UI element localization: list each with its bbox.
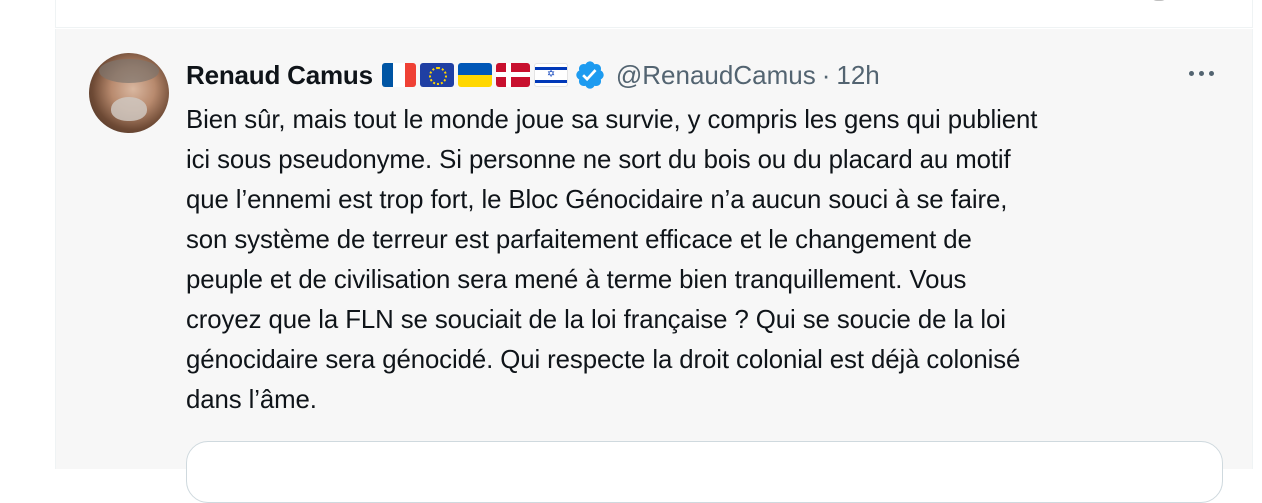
user-handle[interactable]: @RenaudCamus [616, 60, 816, 91]
flag-france-icon [381, 63, 416, 87]
flag-israel-icon: ✡ [533, 63, 568, 87]
previous-tweet-icon-fragment [1151, 0, 1167, 1]
flag-eu-icon [419, 63, 454, 87]
timestamp[interactable]: 12h [836, 60, 879, 91]
display-name[interactable]: Renaud Camus [186, 60, 373, 91]
tweet-text-line: génocidaire sera génocidé. Qui respecte … [186, 346, 1021, 374]
tweet-text-line: peuple et de civilisation sera mené à te… [186, 266, 967, 294]
tweet-card[interactable]: Renaud Camus ✡ @RenaudCamus · 12h Bien s… [55, 29, 1253, 503]
tweet-text-line: dans l’âme. [186, 386, 317, 414]
tweet-header: Renaud Camus ✡ @RenaudCamus · 12h [186, 59, 880, 91]
tweet-text-line: son système de terreur est parfaitement … [186, 226, 972, 254]
tweet-text-line: que l’ennemi est trop fort, le Bloc Géno… [186, 186, 1008, 214]
verified-badge-icon[interactable] [574, 59, 606, 91]
avatar-beard-shape [111, 97, 147, 121]
tweet-text-line: croyez que la FLN se souciait de la loi … [186, 306, 1006, 334]
more-dot [1209, 71, 1214, 76]
more-dot [1199, 71, 1204, 76]
quoted-tweet-card[interactable] [186, 441, 1223, 503]
tweet-text-line: Bien sûr, mais tout le monde joue sa sur… [186, 106, 1038, 134]
avatar[interactable] [89, 53, 169, 133]
flag-ukraine-icon [457, 63, 492, 87]
separator-dot: · [821, 59, 831, 90]
more-dot [1189, 71, 1194, 76]
flag-emojis: ✡ [381, 63, 568, 87]
tweet-text-line: ici sous pseudonyme. Si personne ne sort… [186, 146, 1011, 174]
flag-denmark-icon [495, 63, 530, 87]
previous-tweet-card[interactable] [55, 0, 1253, 28]
avatar-hair-shape [99, 59, 159, 83]
tweet-text: Bien sûr, mais tout le monde joue sa sur… [186, 100, 1221, 420]
more-options-icon[interactable] [1189, 71, 1214, 76]
